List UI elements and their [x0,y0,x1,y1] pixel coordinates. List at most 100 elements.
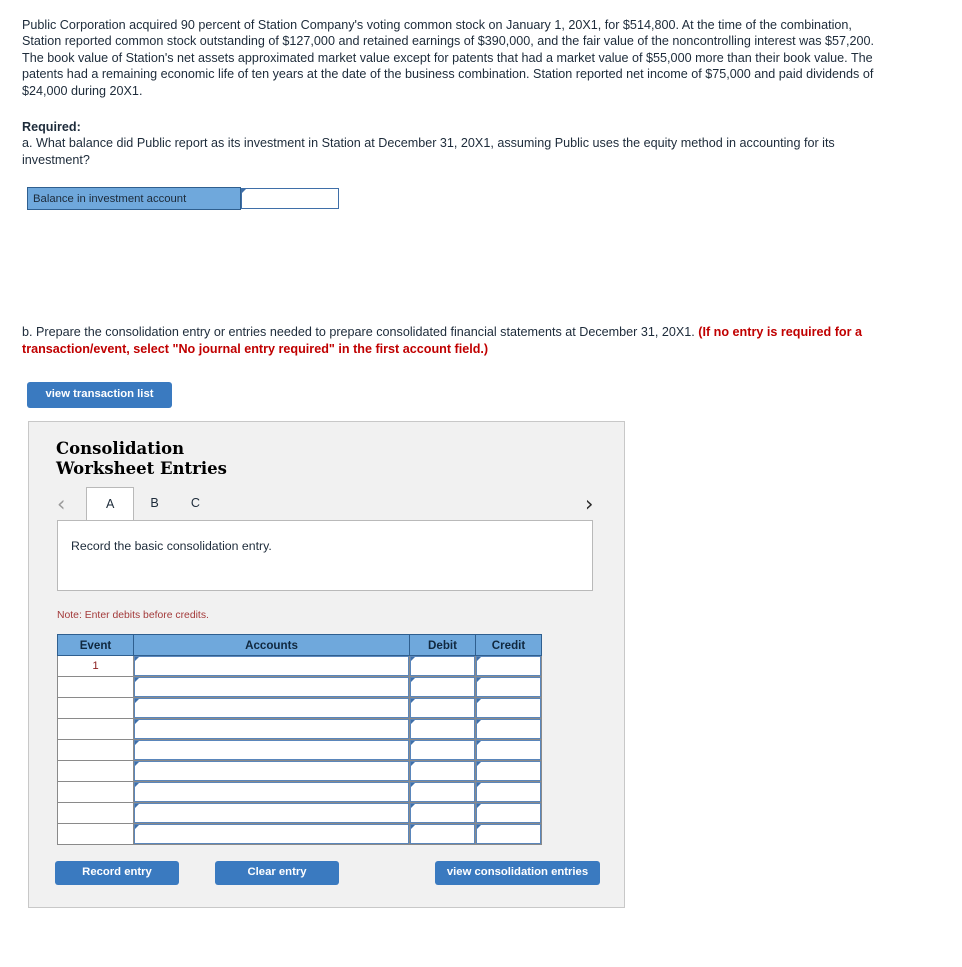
event-number-cell [57,760,134,782]
accounts-select-cell[interactable] [133,802,410,824]
debit-input-cell[interactable] [409,697,476,719]
credit-input[interactable] [476,677,541,697]
cell-input-wrapper [410,677,475,697]
debit-input[interactable] [410,719,475,739]
debit-input[interactable] [410,656,475,676]
accounts-select[interactable] [134,824,409,844]
accounts-select[interactable] [134,698,409,718]
event-number-cell [57,802,134,824]
tab-bar: ‹ ABC › [29,487,626,521]
cell-input-wrapper [134,656,409,676]
clear-entry-button[interactable]: Clear entry [215,861,339,885]
cell-input-wrapper [410,803,475,823]
cell-input-wrapper [476,656,541,676]
journal-entry-table: Event Accounts Debit Credit 1 [57,634,542,845]
balance-in-investment-account-input[interactable] [241,188,339,209]
credit-input-cell[interactable] [475,823,542,845]
balance-input-cell[interactable] [241,188,342,210]
credit-input-cell[interactable] [475,802,542,824]
debit-input-cell[interactable] [409,823,476,845]
balance-answer-table: Balance in investment account [27,187,341,210]
cell-input-wrapper [410,656,475,676]
debits-before-credits-note: Note: Enter debits before credits. [57,610,209,621]
tab-a[interactable]: A [86,487,135,520]
question-b-text: b. Prepare the consolidation entry or en… [22,324,902,357]
view-transaction-list-button[interactable]: view transaction list [27,382,172,408]
accounts-select[interactable] [134,656,409,676]
journal-header-row: Event Accounts Debit Credit [57,634,542,656]
accounts-select-cell[interactable] [133,760,410,782]
credit-input[interactable] [476,824,541,844]
tab-list: ABC [86,487,216,521]
accounts-select[interactable] [134,803,409,823]
accounts-select-cell[interactable] [133,697,410,719]
journal-table-body: 1 [57,655,542,845]
accounts-select-cell[interactable] [133,676,410,698]
cell-input-wrapper [410,740,475,760]
debit-input-cell[interactable] [409,718,476,740]
credit-input[interactable] [476,740,541,760]
cell-input-wrapper [134,761,409,781]
debit-input-cell[interactable] [409,760,476,782]
view-consolidation-entries-button[interactable]: view consolidation entries [435,861,600,885]
cell-input-wrapper [476,698,541,718]
cell-input-wrapper [134,740,409,760]
debit-input[interactable] [410,698,475,718]
debit-input-cell[interactable] [409,739,476,761]
debit-input-cell[interactable] [409,676,476,698]
accounts-select[interactable] [134,719,409,739]
table-row: 1 [57,655,542,677]
tab-c[interactable]: C [175,487,216,520]
question-a-text: a. What balance did Public report as its… [22,136,835,167]
column-header-accounts: Accounts [133,634,410,656]
event-number-cell [57,718,134,740]
credit-input[interactable] [476,782,541,802]
accounts-select[interactable] [134,761,409,781]
cell-input-wrapper [476,824,541,844]
chevron-left-icon[interactable]: ‹ [57,487,65,521]
cell-input-wrapper [476,677,541,697]
credit-input-cell[interactable] [475,676,542,698]
credit-input[interactable] [476,719,541,739]
credit-input[interactable] [476,761,541,781]
table-row [57,739,542,761]
credit-input[interactable] [476,803,541,823]
credit-input-cell[interactable] [475,739,542,761]
balance-answer-row: Balance in investment account [27,187,342,210]
cell-input-wrapper [476,719,541,739]
problem-statement: Public Corporation acquired 90 percent o… [22,18,875,98]
debit-input[interactable] [410,740,475,760]
question-page: Public Corporation acquired 90 percent o… [0,0,962,967]
debit-input-cell[interactable] [409,781,476,803]
tab-b[interactable]: B [134,487,174,520]
credit-input-cell[interactable] [475,697,542,719]
credit-input-cell[interactable] [475,718,542,740]
accounts-select-cell[interactable] [133,739,410,761]
credit-input[interactable] [476,698,541,718]
record-entry-button[interactable]: Record entry [55,861,179,885]
credit-input-cell[interactable] [475,655,542,677]
debit-input[interactable] [410,824,475,844]
debit-input[interactable] [410,803,475,823]
accounts-select[interactable] [134,740,409,760]
chevron-right-icon[interactable]: › [585,487,593,521]
table-row [57,718,542,740]
accounts-select-cell[interactable] [133,823,410,845]
credit-input[interactable] [476,656,541,676]
debit-input[interactable] [410,677,475,697]
table-row [57,760,542,782]
debit-input[interactable] [410,761,475,781]
credit-input-cell[interactable] [475,781,542,803]
credit-input-cell[interactable] [475,760,542,782]
accounts-select[interactable] [134,782,409,802]
debit-input[interactable] [410,782,475,802]
event-number-cell: 1 [57,655,134,677]
accounts-select-cell[interactable] [133,718,410,740]
debit-input-cell[interactable] [409,802,476,824]
question-b-normal: b. Prepare the consolidation entry or en… [22,325,699,339]
debit-input-cell[interactable] [409,655,476,677]
accounts-select-cell[interactable] [133,655,410,677]
accounts-select[interactable] [134,677,409,697]
accounts-select-cell[interactable] [133,781,410,803]
panel-title: Consolidation Worksheet Entries [56,439,227,478]
